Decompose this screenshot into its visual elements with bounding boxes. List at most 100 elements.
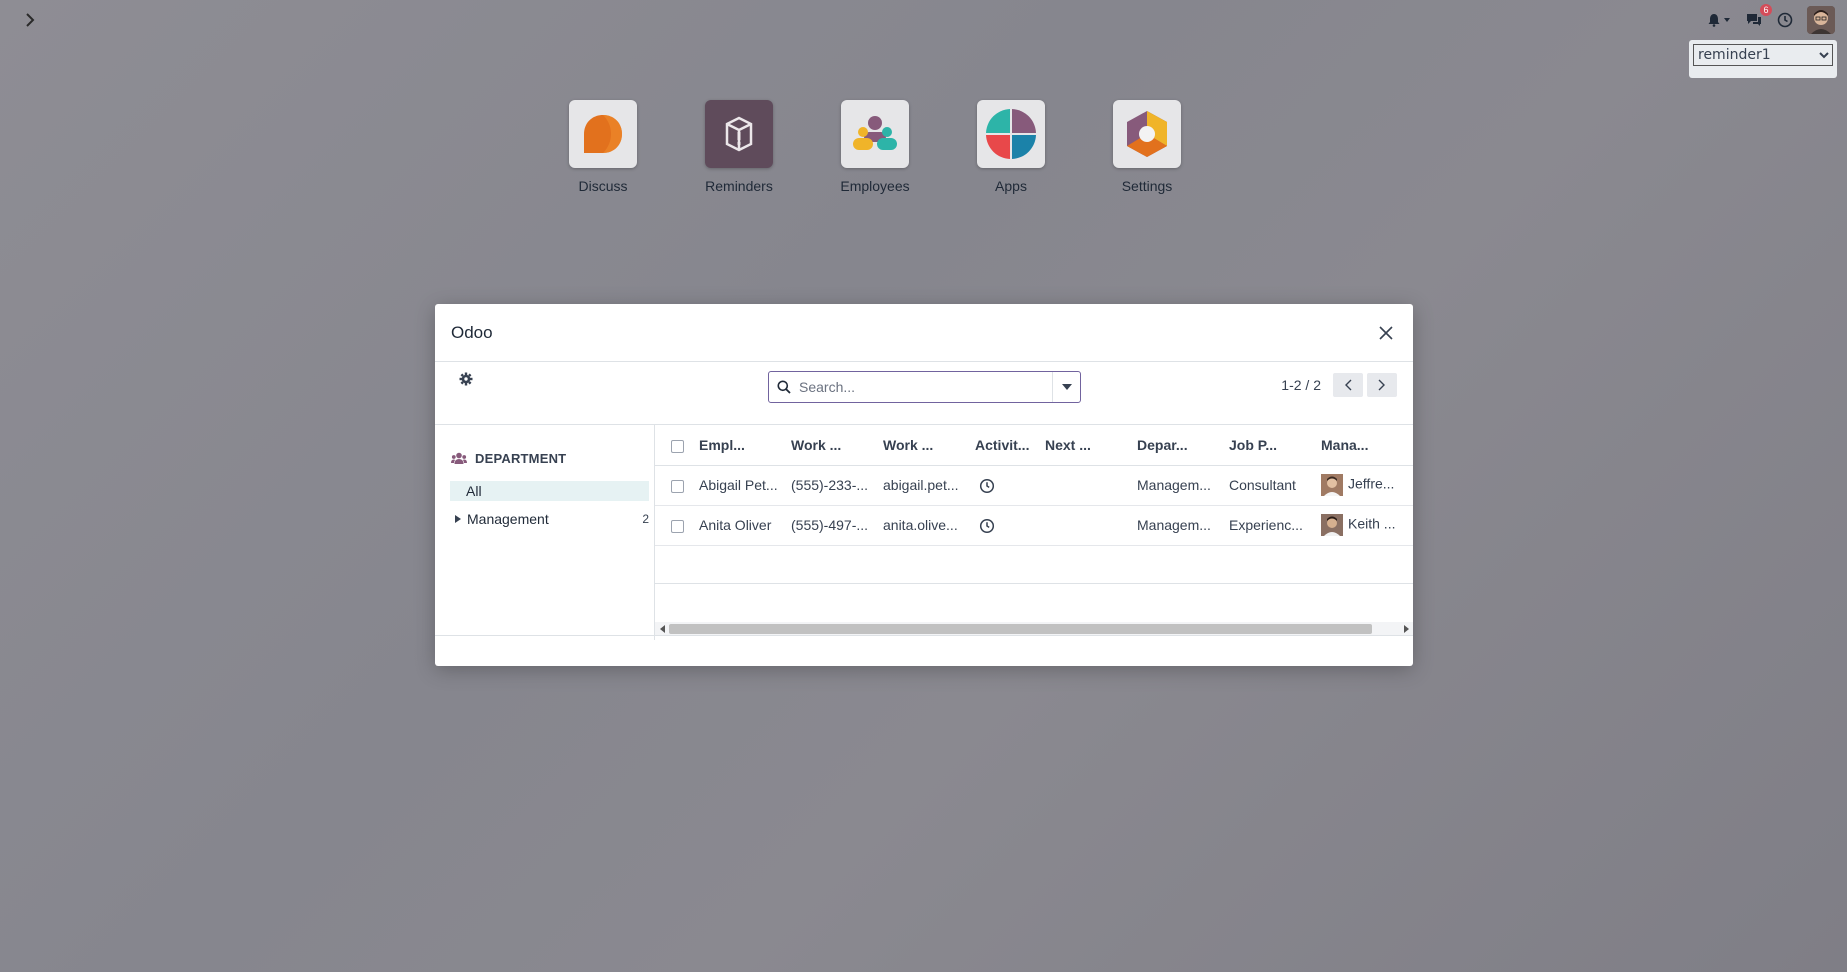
app-label: Reminders: [705, 178, 773, 194]
manager-avatar: [1321, 474, 1343, 496]
department-item-label: Management: [467, 511, 549, 527]
select-dialog: Odoo 1-2 / 2: [435, 304, 1413, 666]
row-select-cell[interactable]: [655, 465, 693, 506]
reminder-popover: reminder1: [1689, 40, 1837, 78]
app-discuss[interactable]: Discuss: [535, 100, 671, 194]
table-header-row: Empl... Work ... Work ... Activit... Nex…: [655, 425, 1413, 466]
user-avatar[interactable]: [1807, 6, 1835, 34]
dialog-body: DEPARTMENT All Management 2 Empl... Work…: [435, 424, 1413, 640]
pager-value[interactable]: 1-2 / 2: [1281, 377, 1321, 393]
department-panel: DEPARTMENT All Management 2: [435, 425, 655, 640]
caret-down-icon: [1724, 18, 1730, 22]
column-header-employee[interactable]: Empl...: [693, 425, 785, 466]
cell-manager[interactable]: Keith ...: [1315, 505, 1413, 546]
cell-next-activity[interactable]: [1039, 505, 1131, 546]
app-label: Discuss: [578, 178, 628, 194]
row-checkbox[interactable]: [671, 519, 684, 533]
control-panel: 1-2 / 2: [435, 362, 1413, 424]
manager-name: Keith ...: [1348, 515, 1396, 532]
search-input[interactable]: [799, 373, 1052, 401]
pager: 1-2 / 2: [1281, 373, 1397, 397]
cell-job-position[interactable]: Consultant: [1223, 465, 1315, 506]
cell-work-phone[interactable]: (555)-497-...: [785, 505, 877, 546]
caret-right-icon[interactable]: [455, 515, 467, 523]
pager-next-button[interactable]: [1367, 373, 1397, 397]
department-all[interactable]: All: [450, 481, 649, 501]
scroll-right-arrow[interactable]: [1399, 625, 1413, 633]
scroll-left-arrow[interactable]: [655, 625, 669, 633]
reminders-icon: [705, 100, 773, 168]
bell-icon: [1708, 14, 1720, 27]
manager-avatar: [1321, 514, 1343, 536]
notifications-button[interactable]: [1707, 13, 1731, 27]
dialog-title: Odoo: [451, 322, 493, 342]
user-avatar-image: [1807, 6, 1835, 34]
app-reminders[interactable]: Reminders: [671, 100, 807, 194]
app-label: Employees: [840, 178, 910, 194]
cell-next-activity[interactable]: [1039, 465, 1131, 506]
row-checkbox[interactable]: [671, 479, 684, 493]
department-item-count: 2: [642, 512, 649, 526]
discuss-icon: [569, 100, 637, 168]
app-apps[interactable]: Apps: [943, 100, 1079, 194]
cell-job-position[interactable]: Experienc...: [1223, 505, 1315, 546]
cell-employee-name[interactable]: Anita Oliver: [693, 505, 785, 546]
search-icon: [769, 380, 799, 394]
chat-icon: [1747, 14, 1761, 26]
clock-icon[interactable]: [979, 518, 995, 534]
close-icon: [1379, 325, 1393, 340]
cell-activities[interactable]: [969, 505, 1039, 546]
users-icon: [451, 452, 467, 464]
activities-button[interactable]: [1777, 12, 1793, 28]
column-header-next-activity[interactable]: Next ...: [1039, 425, 1131, 466]
department-header-label: DEPARTMENT: [475, 451, 567, 466]
table-row[interactable]: Abigail Pet... (555)-233-... abigail.pet…: [655, 465, 1413, 506]
column-header-manager[interactable]: Mana...: [1315, 425, 1413, 466]
select-all-checkbox[interactable]: [671, 439, 684, 453]
app-grid: Discuss Reminders Employees Apps Setting…: [535, 100, 1215, 194]
search-options-toggle[interactable]: [1052, 372, 1080, 402]
chevron-left-icon: [1345, 379, 1352, 391]
column-header-department[interactable]: Depar...: [1131, 425, 1223, 466]
cell-employee-name[interactable]: Abigail Pet...: [693, 465, 785, 506]
chevron-right-icon: [1378, 379, 1385, 391]
clock-icon[interactable]: [979, 478, 995, 494]
app-label: Settings: [1121, 178, 1173, 194]
column-header-work-phone[interactable]: Work ...: [785, 425, 877, 466]
employees-icon: [841, 100, 909, 168]
employee-list: Empl... Work ... Work ... Activit... Nex…: [654, 425, 1413, 640]
app-settings[interactable]: Settings: [1079, 100, 1215, 194]
select-all-cell[interactable]: [655, 425, 693, 466]
column-header-activities[interactable]: Activit...: [969, 425, 1039, 466]
department-item-management[interactable]: Management 2: [455, 511, 649, 527]
cell-work-email[interactable]: abigail.pet...: [877, 465, 969, 506]
column-header-job-position[interactable]: Job P...: [1223, 425, 1315, 466]
pager-previous-button[interactable]: [1333, 373, 1363, 397]
cell-activities[interactable]: [969, 465, 1039, 506]
expand-nav-button[interactable]: [18, 8, 42, 32]
cell-manager[interactable]: Jeffre...: [1315, 465, 1413, 506]
column-header-work-email[interactable]: Work ...: [877, 425, 969, 466]
cell-work-phone[interactable]: (555)-233-...: [785, 465, 877, 506]
cell-department[interactable]: Managem...: [1131, 505, 1223, 546]
reminder-select[interactable]: reminder1: [1693, 44, 1833, 66]
app-label: Apps: [995, 178, 1027, 194]
chevron-right-icon: [26, 13, 35, 27]
cog-menu-button[interactable]: [459, 372, 473, 390]
cell-department[interactable]: Managem...: [1131, 465, 1223, 506]
horizontal-scrollbar[interactable]: [655, 622, 1413, 636]
apps-icon: [977, 100, 1045, 168]
search-box: [768, 371, 1081, 403]
app-employees[interactable]: Employees: [807, 100, 943, 194]
empty-row: [655, 546, 1413, 584]
dialog-footer: [435, 635, 1413, 666]
settings-icon: [1113, 100, 1181, 168]
cell-work-email[interactable]: anita.olive...: [877, 505, 969, 546]
row-select-cell[interactable]: [655, 505, 693, 546]
scrollbar-thumb[interactable]: [669, 624, 1372, 634]
table-row[interactable]: Anita Oliver (555)-497-... anita.olive..…: [655, 505, 1413, 546]
employee-table: Empl... Work ... Work ... Activit... Nex…: [655, 425, 1413, 546]
close-button[interactable]: [1375, 322, 1397, 344]
messages-button[interactable]: 6: [1745, 4, 1772, 28]
dialog-header: Odoo: [435, 304, 1413, 362]
